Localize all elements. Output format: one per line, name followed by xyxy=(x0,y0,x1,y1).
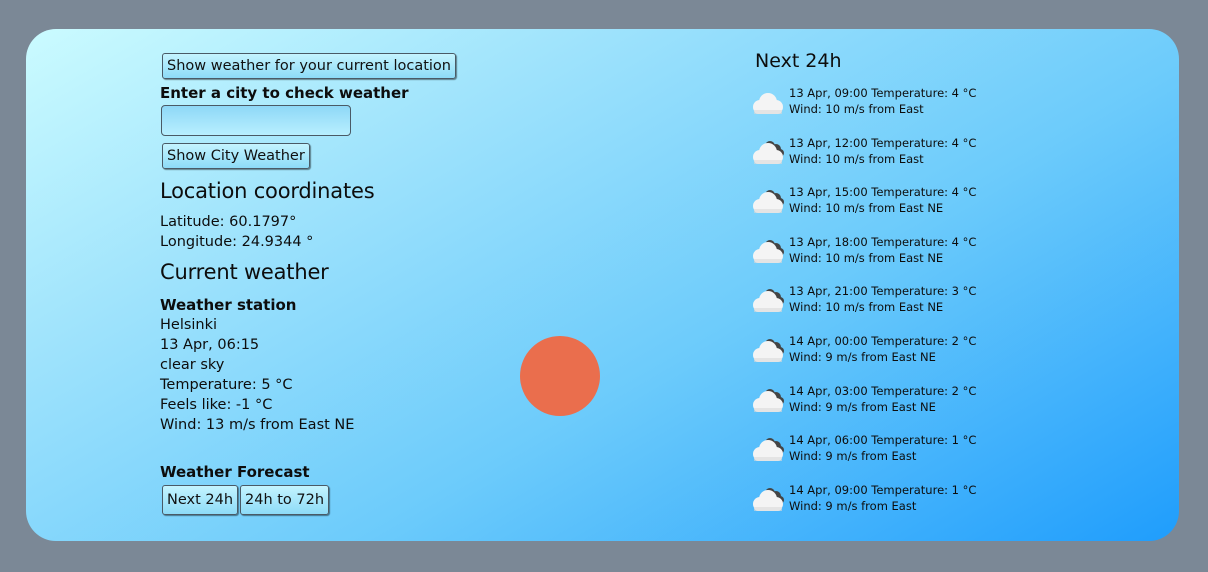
current-datetime: 13 Apr, 06:15 xyxy=(160,337,260,353)
forecast-item: 13 Apr, 15:00 Temperature: 4 °C Wind: 10 … xyxy=(746,185,1126,225)
coordinates-heading: Location coordinates xyxy=(160,179,375,203)
weather-description: clear sky xyxy=(160,357,225,373)
show-city-weather-button[interactable]: Show City Weather xyxy=(162,143,310,169)
broken-clouds-icon xyxy=(746,485,786,515)
weather-app-card: Show weather for your current location E… xyxy=(26,29,1179,541)
24h-to-72h-button[interactable]: 24h to 72h xyxy=(240,485,330,515)
forecast-wind: Wind: 9 m/s from East xyxy=(789,498,917,513)
current-wind: Wind: 13 m/s from East NE xyxy=(160,417,355,433)
longitude-text: Longitude: 24.9344 ° xyxy=(160,234,314,250)
cloud-icon xyxy=(746,88,786,118)
forecast-wind: Wind: 10 m/s from East NE xyxy=(789,250,944,265)
forecast-item: 13 Apr, 18:00 Temperature: 4 °C Wind: 10 … xyxy=(746,235,1126,275)
current-weather-heading: Current weather xyxy=(160,260,329,284)
forecast-wind: Wind: 9 m/s from East NE xyxy=(789,399,936,414)
broken-clouds-icon xyxy=(746,187,786,217)
forecast-panel: Next 24h 13 Apr, 09:00 Temperature: 4 °C… xyxy=(746,29,1166,541)
forecast-wind: Wind: 9 m/s from East NE xyxy=(789,350,936,364)
weather-station-heading: Weather station xyxy=(160,296,297,314)
forecast-time-temperature: 13 Apr, 15:00 Temperature: 4 °C xyxy=(789,185,977,200)
forecast-panel-heading: Next 24h xyxy=(755,50,842,72)
forecast-item: 13 Apr, 21:00 Temperature: 3 °C Wind: 10 … xyxy=(746,284,1126,324)
current-location-button[interactable]: Show weather for your current location xyxy=(162,53,456,79)
broken-clouds-icon xyxy=(746,237,786,267)
forecast-time-temperature: 13 Apr, 09:00 Temperature: 4 °C xyxy=(789,86,977,100)
forecast-time-temperature: 14 Apr, 03:00 Temperature: 2 °C xyxy=(789,383,977,398)
forecast-item: 14 Apr, 00:00 Temperature: 2 °C Wind: 9 m… xyxy=(746,334,1126,374)
left-panel: Show weather for your current location E… xyxy=(160,29,600,541)
forecast-time-temperature: 13 Apr, 21:00 Temperature: 3 °C xyxy=(789,284,977,299)
forecast-time-temperature: 14 Apr, 09:00 Temperature: 1 °C xyxy=(789,482,977,497)
broken-clouds-icon xyxy=(746,336,786,366)
forecast-heading: Weather Forecast xyxy=(160,463,310,481)
sun-icon xyxy=(520,336,600,416)
forecast-time-temperature: 14 Apr, 06:00 Temperature: 1 °C xyxy=(789,433,977,448)
forecast-time-temperature: 14 Apr, 00:00 Temperature: 2 °C xyxy=(789,334,977,348)
broken-clouds-icon xyxy=(746,435,786,465)
forecast-wind: Wind: 10 m/s from East xyxy=(789,151,924,166)
city-input-label: Enter a city to check weather xyxy=(160,84,409,102)
forecast-time-temperature: 13 Apr, 18:00 Temperature: 4 °C xyxy=(789,234,977,249)
broken-clouds-icon xyxy=(746,138,786,168)
forecast-wind: Wind: 10 m/s from East xyxy=(789,102,924,116)
current-temperature: Temperature: 5 °C xyxy=(160,377,293,393)
forecast-time-temperature: 13 Apr, 12:00 Temperature: 4 °C xyxy=(789,135,977,150)
next-24h-button[interactable]: Next 24h xyxy=(162,485,239,515)
forecast-item: 13 Apr, 09:00 Temperature: 4 °C Wind: 10 … xyxy=(746,86,1126,126)
broken-clouds-icon xyxy=(746,386,786,416)
broken-clouds-icon xyxy=(746,286,786,316)
feels-like: Feels like: -1 °C xyxy=(160,397,273,413)
forecast-wind: Wind: 10 m/s from East NE xyxy=(789,201,944,216)
forecast-wind: Wind: 9 m/s from East xyxy=(789,449,917,464)
forecast-item: 14 Apr, 06:00 Temperature: 1 °C Wind: 9 m… xyxy=(746,433,1126,473)
forecast-wind: Wind: 10 m/s from East NE xyxy=(789,300,944,315)
forecast-item: 14 Apr, 09:00 Temperature: 1 °C Wind: 9 m… xyxy=(746,483,1126,523)
latitude-text: Latitude: 60.1797° xyxy=(160,214,297,230)
forecast-item: 13 Apr, 12:00 Temperature: 4 °C Wind: 10 … xyxy=(746,136,1126,176)
forecast-item: 14 Apr, 03:00 Temperature: 2 °C Wind: 9 m… xyxy=(746,384,1126,424)
city-input[interactable] xyxy=(161,105,351,136)
station-city: Helsinki xyxy=(160,317,218,333)
